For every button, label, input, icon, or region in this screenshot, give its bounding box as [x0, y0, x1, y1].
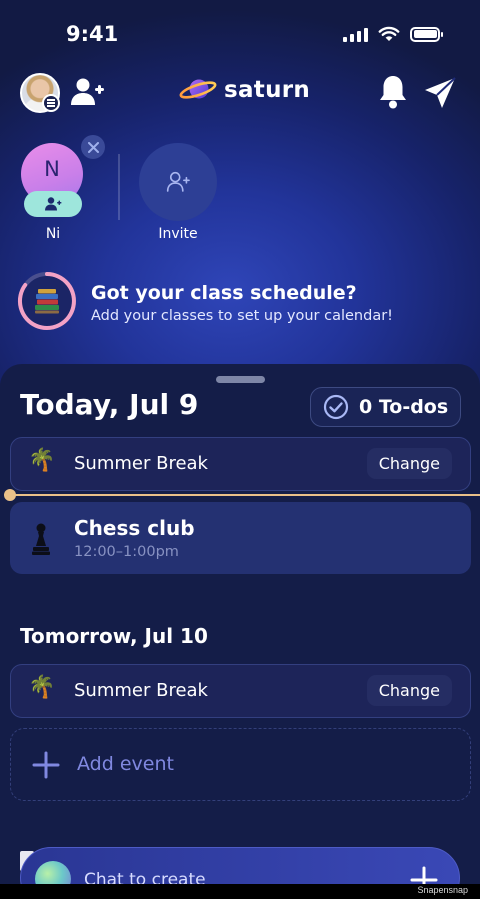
palm-tree-icon: 🌴 [28, 448, 56, 473]
event-card-chess-club[interactable]: Chess club 12:00–1:00pm [10, 502, 471, 574]
check-circle-icon [323, 394, 349, 420]
change-button[interactable]: Change [366, 448, 452, 479]
friends-divider [118, 154, 120, 220]
today-title: Today, Jul 9 [20, 388, 199, 421]
todos-count: 0 To-dos [359, 396, 449, 418]
add-event-label: Add event [77, 753, 174, 775]
close-icon [87, 141, 99, 153]
status-time: 9:41 [66, 22, 119, 46]
cellular-signal-icon [343, 26, 368, 42]
menu-badge-icon[interactable] [42, 94, 60, 112]
current-time-line [10, 494, 480, 496]
event-title: Chess club [74, 516, 195, 540]
event-label: Summer Break [74, 453, 208, 474]
footer-bar: Snapensnap [0, 884, 480, 899]
plus-icon [32, 751, 60, 779]
todos-button[interactable]: 0 To-dos [310, 387, 461, 427]
invite-button[interactable] [139, 143, 217, 221]
palm-tree-icon: 🌴 [28, 675, 56, 700]
top-header: saturn [0, 70, 480, 116]
add-friend-pill[interactable] [24, 191, 82, 217]
change-button[interactable]: Change [366, 675, 452, 706]
planet-logo-icon [179, 79, 217, 99]
sheet-grabber[interactable] [216, 376, 265, 383]
logo-text: saturn [224, 77, 311, 103]
remove-friend-button[interactable] [81, 135, 105, 159]
current-time-dot [4, 489, 16, 501]
invite-label: Invite [158, 226, 198, 242]
schedule-prompt-title[interactable]: Got your class schedule? [91, 282, 357, 304]
status-bar: 9:41 [0, 0, 480, 70]
chess-pawn-icon [32, 523, 50, 555]
watermark-text: Snapensnap [417, 885, 468, 895]
app-logo: saturn [178, 75, 310, 105]
battery-icon [410, 26, 443, 42]
send-icon[interactable] [423, 76, 457, 110]
status-icons [343, 26, 443, 42]
event-label: Summer Break [74, 680, 208, 701]
add-friend-icon [45, 197, 62, 211]
friend-name: Ni [45, 226, 61, 242]
class-schedule-books-icon[interactable] [17, 271, 77, 331]
event-time: 12:00–1:00pm [74, 544, 179, 560]
bell-icon[interactable] [378, 74, 408, 110]
wifi-icon [378, 26, 400, 41]
add-person-icon [166, 171, 190, 192]
add-friend-icon[interactable] [70, 76, 104, 108]
friend-item[interactable]: N [21, 143, 85, 217]
all-day-event-tomorrow[interactable]: 🌴 Summer Break Change [10, 664, 471, 718]
all-day-event-today[interactable]: 🌴 Summer Break Change [10, 437, 471, 491]
schedule-prompt-subtitle[interactable]: Add your classes to set up your calendar… [91, 308, 393, 324]
add-event-button[interactable]: Add event [10, 728, 471, 801]
tomorrow-title: Tomorrow, Jul 10 [20, 624, 208, 648]
